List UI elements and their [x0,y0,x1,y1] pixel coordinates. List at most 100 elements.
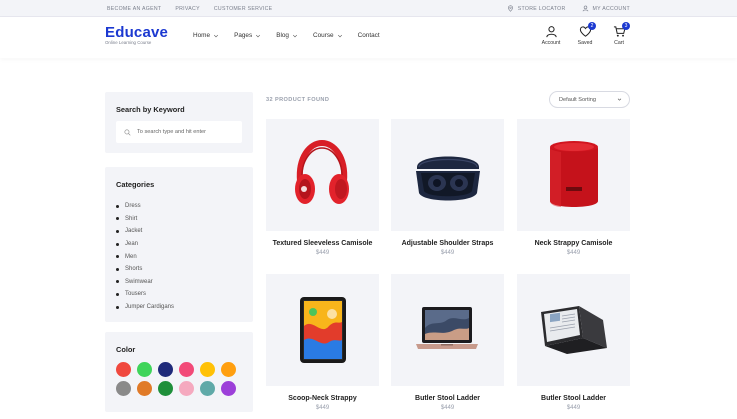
category-item[interactable]: Jumper Cardigans [116,301,174,314]
product-card[interactable]: Neck Strappy Camisole $449 [517,119,630,256]
cart-button[interactable]: 3 Cart [608,22,630,46]
nav-label: Contact [357,32,380,39]
color-swatch[interactable] [116,381,131,396]
category-item[interactable]: Shorts [116,263,174,276]
category-item[interactable]: Men [116,250,174,263]
nav-label: Pages [234,32,253,39]
color-swatch[interactable] [116,362,131,377]
product-card[interactable]: Adjustable Shoulder Straps $449 [391,119,504,256]
bullet [116,305,119,309]
bullet [116,242,119,246]
category-label: Jacket [125,228,143,235]
main-header: Educave Online Learning Course Home Page… [0,17,737,58]
product-image[interactable] [391,119,504,231]
product-title[interactable]: Butler Stool Ladder [517,395,630,402]
privacy-link[interactable]: PRIVACY [175,6,200,12]
my-account-link[interactable]: MY ACCOUNT [582,5,631,12]
product-card[interactable]: Butler Stool Ladder $449 [517,274,630,411]
category-label: Tousers [125,291,147,298]
categories-panel: Categories Dress Shirt Jacket Jean Men S… [105,167,253,322]
headphones-icon [295,139,349,204]
search-panel: Search by Keyword [105,92,253,153]
chevron-down-icon [617,98,622,101]
top-utility-bar: BECOME AN AGENT PRIVACY CUSTOMER SERVICE… [0,0,737,17]
product-title[interactable]: Adjustable Shoulder Straps [391,240,504,247]
category-item[interactable]: Swimwear [116,276,174,289]
color-swatch[interactable] [137,362,152,377]
product-title[interactable]: Neck Strappy Camisole [517,240,630,247]
product-image[interactable] [391,274,504,386]
product-title[interactable]: Scoop-Neck Strappy [266,395,379,402]
color-swatch[interactable] [200,381,215,396]
product-image[interactable] [517,119,630,231]
bullet [116,280,119,284]
bullet [116,292,119,296]
search-heading: Search by Keyword [116,105,185,114]
category-item[interactable]: Tousers [116,288,174,301]
account-button[interactable]: Account [540,25,562,46]
color-swatch[interactable] [137,381,152,396]
user-icon [582,5,588,12]
product-card[interactable]: Scoop-Neck Strappy $449 [266,274,379,411]
product-card[interactable]: Butler Stool Ladder $449 [391,274,504,411]
category-item[interactable]: Jacket [116,225,174,238]
color-swatch[interactable] [179,362,194,377]
product-title[interactable]: Butler Stool Ladder [391,395,504,402]
color-swatch[interactable] [158,381,173,396]
color-swatch[interactable] [158,362,173,377]
category-item[interactable]: Dress [116,200,174,213]
sort-select[interactable]: Default Sorting [549,91,630,108]
color-panel: Color [105,332,253,412]
category-label: Swimwear [125,278,153,285]
product-image[interactable] [517,274,630,386]
product-price: $449 [315,405,330,411]
category-label: Jumper Cardigans [125,304,175,311]
logo[interactable]: Educave Online Learning Course [105,24,168,45]
store-locator-link[interactable]: STORE LOCATOR [507,5,566,12]
search-input[interactable] [137,129,237,135]
chevron-down-icon [292,34,297,37]
store-locator-label: STORE LOCATOR [517,5,566,12]
categories-heading: Categories [116,180,155,189]
saved-label: Saved [577,40,593,46]
nav-label: Home [193,32,211,39]
convertible-laptop-icon [541,306,607,354]
chevron-down-icon [256,34,261,37]
category-label: Shirt [125,215,138,222]
nav-item-course[interactable]: Course [313,32,343,39]
nav-item-home[interactable]: Home [193,32,219,39]
product-image[interactable] [266,274,379,386]
products-found-count: 32 PRODUCT FOUND [266,97,330,103]
nav-item-contact[interactable]: Contact [358,32,380,39]
color-swatch[interactable] [179,381,194,396]
category-item[interactable]: Jean [116,238,174,251]
product-price: $449 [440,250,455,256]
category-label: Shorts [125,266,143,273]
earbuds-icon [416,156,480,201]
category-item[interactable]: Shirt [116,213,174,226]
bullet [116,229,119,233]
nav-item-blog[interactable]: Blog [276,32,298,39]
category-label: Men [125,253,137,260]
chevron-down-icon [337,34,342,37]
saved-button[interactable]: 2 Saved [574,22,596,46]
become-agent-link[interactable]: BECOME AN AGENT [107,6,161,12]
product-card[interactable]: Textured Sleeveless Camisole $449 [266,119,379,256]
customer-service-link[interactable]: CUSTOMER SERVICE [214,6,273,12]
color-swatch[interactable] [221,381,236,396]
nav-item-pages[interactable]: Pages [234,32,261,39]
saved-count-badge: 2 [588,22,596,30]
speaker-icon [550,141,598,207]
tablet-icon [300,297,346,363]
product-price: $449 [315,250,330,256]
color-swatch[interactable] [200,362,215,377]
product-title[interactable]: Textured Sleeveless Camisole [266,240,379,247]
user-icon [545,26,557,38]
product-image[interactable] [266,119,379,231]
product-price: $449 [566,405,581,411]
sort-value: Default Sorting [559,96,597,103]
color-swatch[interactable] [221,362,236,377]
product-price: $449 [566,250,581,256]
search-field[interactable] [116,121,242,143]
color-heading: Color [116,345,136,354]
